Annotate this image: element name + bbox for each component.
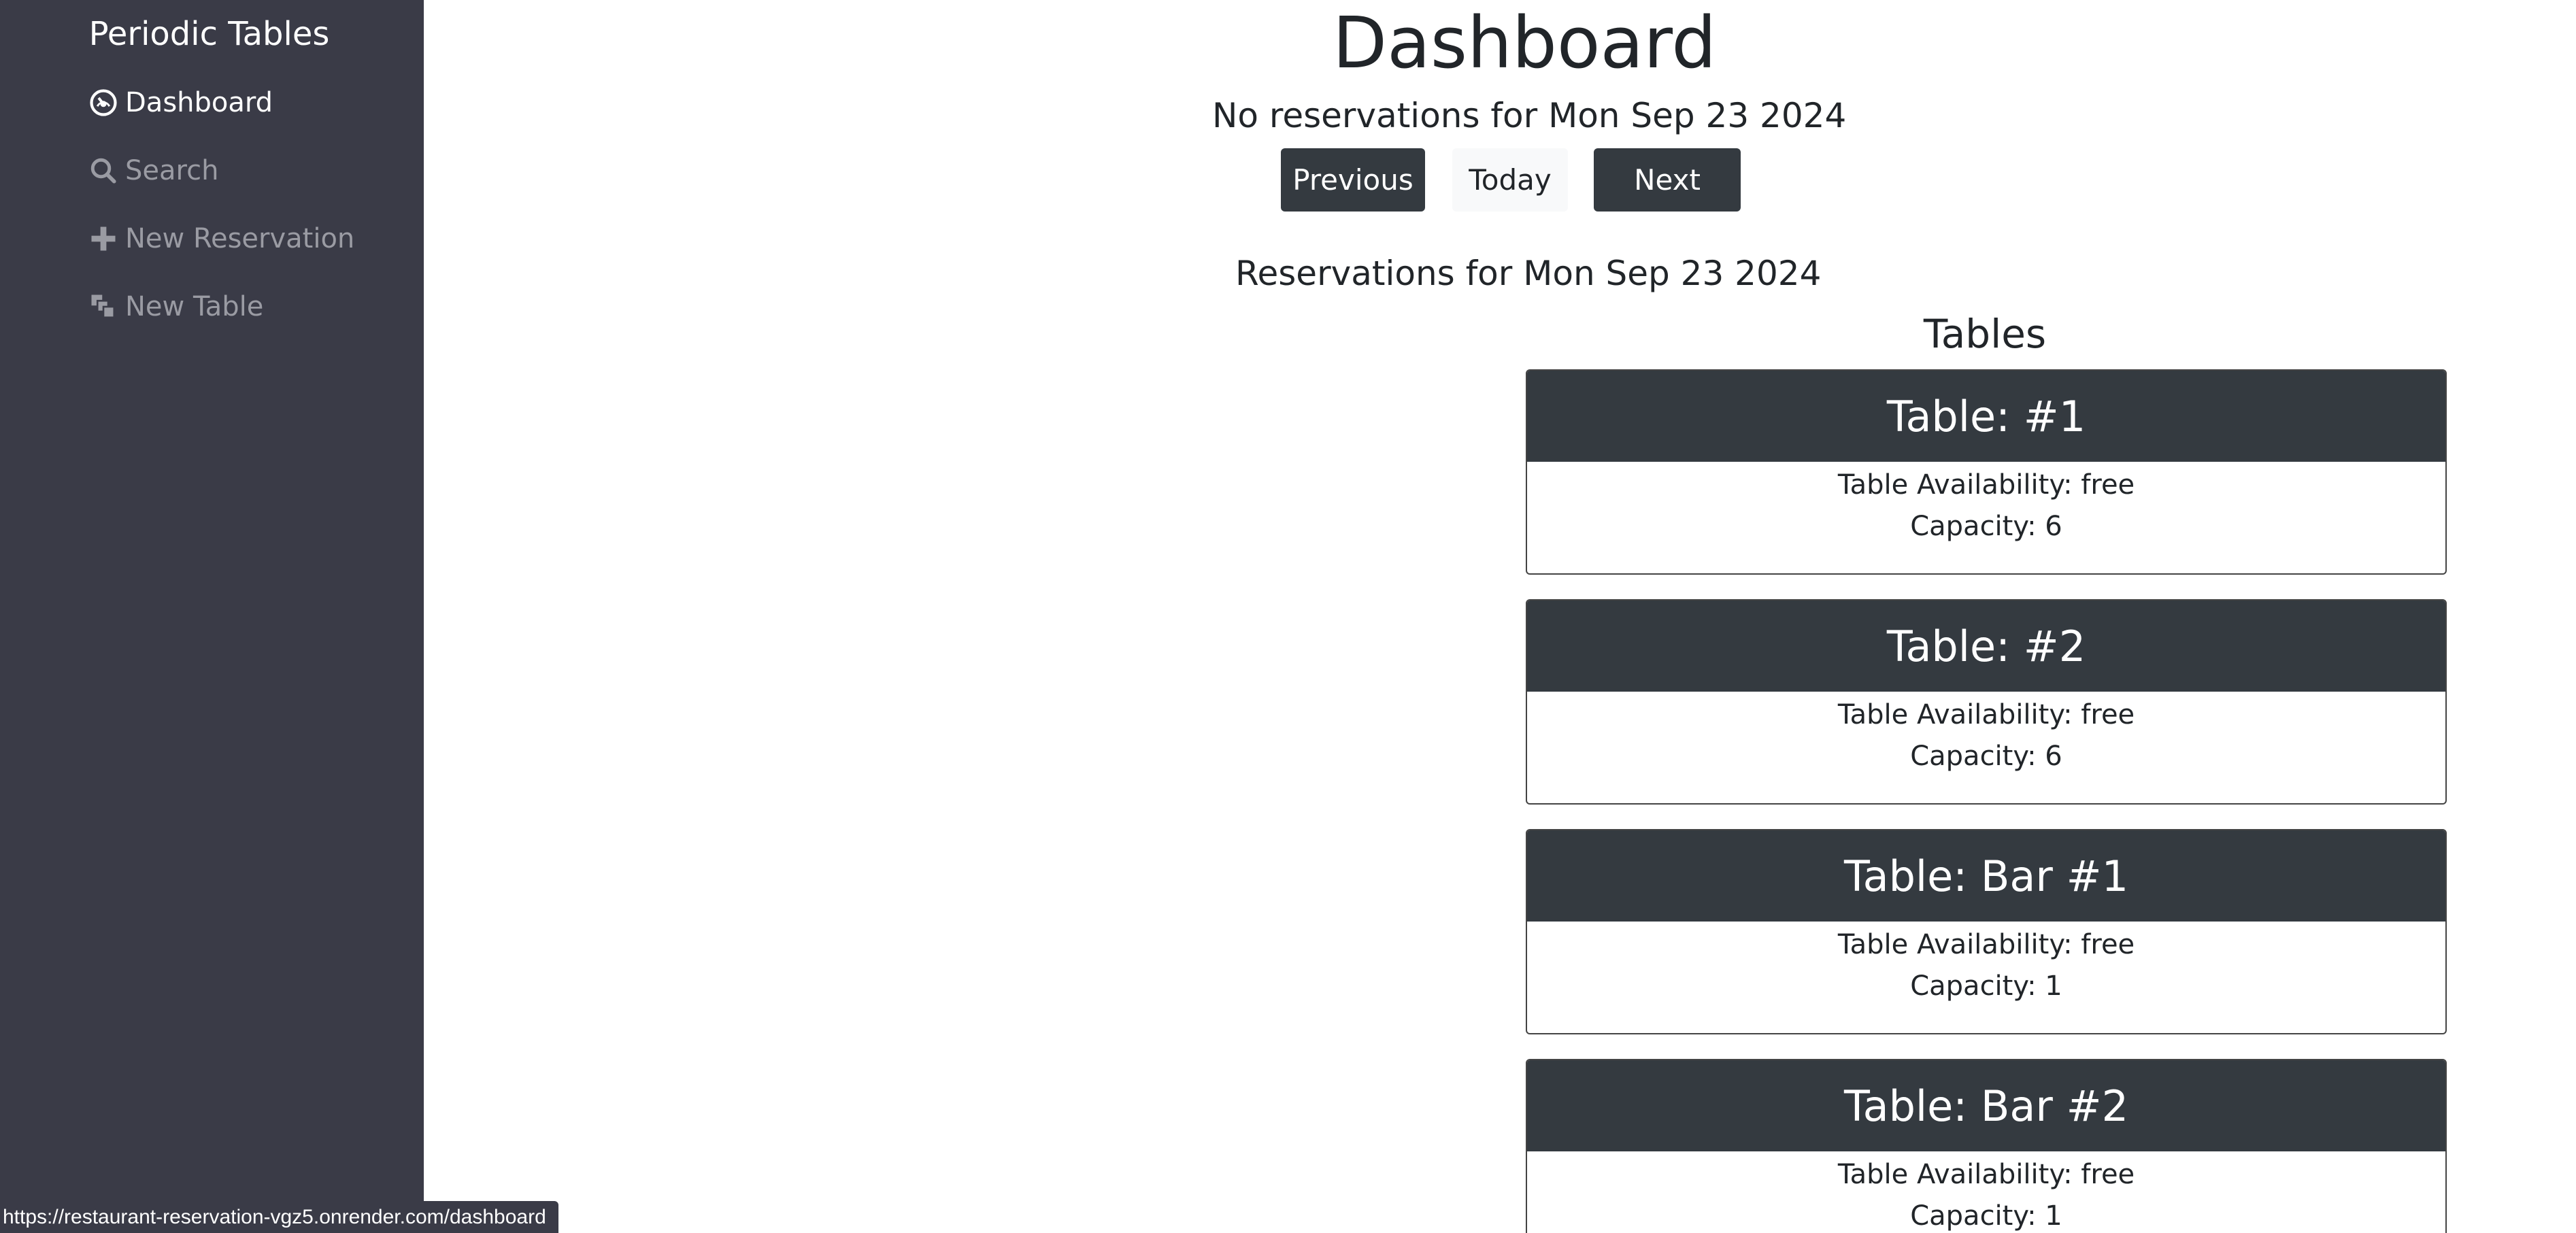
sidebar-item-dashboard[interactable]: Dashboard — [88, 81, 273, 124]
sidebar-item-label: New Table — [125, 291, 264, 322]
previous-button[interactable]: Previous — [1281, 148, 1425, 212]
page-title: Dashboard — [1333, 1, 1717, 84]
dashboard-icon — [88, 88, 118, 118]
table-card-body: Table Availability: free Capacity: 1 — [1527, 922, 2445, 1033]
sidebar-item-new-table[interactable]: New Table — [88, 285, 263, 328]
table-card-body: Table Availability: free Capacity: 6 — [1527, 692, 2445, 803]
brand-title[interactable]: Periodic Tables — [0, 12, 418, 56]
table-capacity: Capacity: 6 — [1910, 741, 2062, 772]
search-icon — [88, 156, 118, 186]
table-card: Table: Bar #1 Table Availability: free C… — [1526, 829, 2447, 1034]
sidebar: Periodic Tables Dashboard Search New Res… — [0, 0, 424, 1233]
new-table-icon — [88, 292, 118, 322]
tables-heading: Tables — [1923, 311, 2047, 357]
table-capacity: Capacity: 1 — [1910, 970, 2062, 1002]
table-card: Table: #1 Table Availability: free Capac… — [1526, 369, 2447, 575]
app-root: Periodic Tables Dashboard Search New Res… — [0, 0, 2576, 1233]
reservations-heading: Reservations for Mon Sep 23 2024 — [1235, 254, 1822, 293]
table-name: Table: Bar #1 — [1527, 830, 2445, 922]
sidebar-item-label: Search — [125, 155, 219, 186]
today-button[interactable]: Today — [1452, 148, 1568, 212]
sidebar-item-label: Dashboard — [125, 87, 273, 118]
main-content: Dashboard No reservations for Mon Sep 23… — [424, 0, 2576, 1233]
table-capacity: Capacity: 6 — [1910, 511, 2062, 542]
table-availability: Table Availability: free — [1837, 1159, 2135, 1190]
table-availability: Table Availability: free — [1837, 469, 2135, 501]
sidebar-item-new-reservation[interactable]: New Reservation — [88, 217, 354, 260]
table-availability: Table Availability: free — [1837, 929, 2135, 960]
table-card: Table: Bar #2 Table Availability: free C… — [1526, 1059, 2447, 1233]
table-name: Table: Bar #2 — [1527, 1060, 2445, 1151]
table-name: Table: #2 — [1527, 601, 2445, 692]
no-reservations-message: No reservations for Mon Sep 23 2024 — [1212, 96, 1847, 135]
table-name: Table: #1 — [1527, 371, 2445, 462]
sidebar-item-label: New Reservation — [125, 223, 355, 254]
table-capacity: Capacity: 1 — [1910, 1200, 2062, 1232]
table-card: Table: #2 Table Availability: free Capac… — [1526, 599, 2447, 805]
table-card-body: Table Availability: free Capacity: 6 — [1527, 462, 2445, 573]
next-button[interactable]: Next — [1594, 148, 1741, 212]
status-bar-url: https://restaurant-reservation-vgz5.onre… — [0, 1201, 558, 1233]
table-card-body: Table Availability: free Capacity: 1 — [1527, 1151, 2445, 1233]
plus-icon — [88, 224, 118, 254]
sidebar-item-search[interactable]: Search — [88, 149, 218, 192]
table-availability: Table Availability: free — [1837, 699, 2135, 730]
